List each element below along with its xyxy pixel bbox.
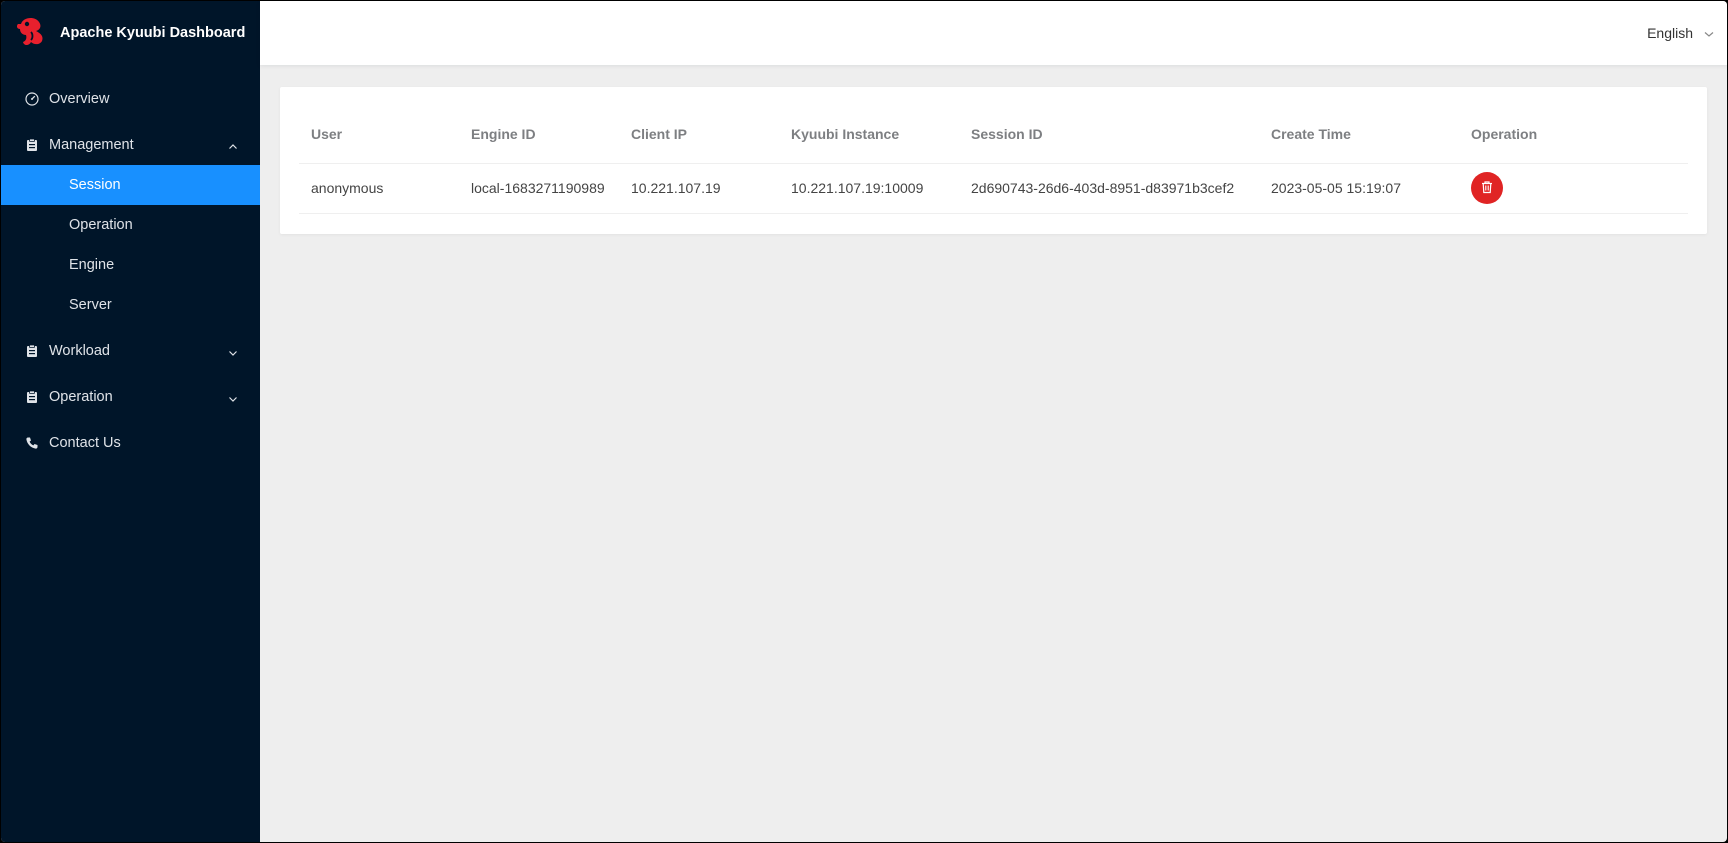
table-row: anonymous local-1683271190989 10.221.107… bbox=[299, 163, 1688, 214]
management-submenu: Session Operation Engine Server bbox=[1, 165, 260, 325]
clipboard-icon bbox=[25, 344, 39, 358]
sidebar-item-label: Workload bbox=[49, 343, 110, 359]
session-table: User Engine ID Client IP Kyuubi Instance… bbox=[299, 105, 1688, 214]
cell-session-id: 2d690743-26d6-403d-8951-d83971b3cef2 bbox=[959, 163, 1259, 214]
cell-engine-id: local-1683271190989 bbox=[459, 163, 619, 214]
cell-operation bbox=[1459, 163, 1688, 214]
sidebar-item-label: Contact Us bbox=[49, 435, 121, 451]
chevron-up-icon bbox=[228, 140, 238, 150]
clipboard-icon bbox=[25, 138, 39, 152]
cell-user: anonymous bbox=[299, 163, 459, 214]
sidebar-item-label: Overview bbox=[49, 91, 110, 107]
sidebar-subitem-engine[interactable]: Engine bbox=[1, 245, 260, 285]
column-header-operation[interactable]: Operation bbox=[1459, 105, 1688, 164]
sidebar-menu: Overview Management Session Operation En… bbox=[1, 79, 260, 463]
chevron-down-icon bbox=[1703, 27, 1715, 39]
delete-session-button[interactable] bbox=[1471, 172, 1503, 204]
column-header-engine-id[interactable]: Engine ID bbox=[459, 105, 619, 164]
cell-client-ip: 10.221.107.19 bbox=[619, 163, 779, 214]
top-header: English bbox=[260, 1, 1727, 65]
clipboard-icon bbox=[25, 390, 39, 404]
sidebar-item-contact-us[interactable]: Contact Us bbox=[1, 423, 260, 463]
session-table-card: User Engine ID Client IP Kyuubi Instance… bbox=[280, 87, 1707, 234]
column-header-client-ip[interactable]: Client IP bbox=[619, 105, 779, 164]
brand[interactable]: Apache Kyuubi Dashboard bbox=[1, 1, 260, 65]
sidebar-subitem-server[interactable]: Server bbox=[1, 285, 260, 325]
dashboard-gauge-icon bbox=[25, 92, 39, 106]
content-area: User Engine ID Client IP Kyuubi Instance… bbox=[260, 65, 1727, 256]
sidebar-subitem-session[interactable]: Session bbox=[1, 165, 260, 205]
cell-create-time: 2023-05-05 15:19:07 bbox=[1259, 163, 1459, 214]
column-header-kyuubi-instance[interactable]: Kyuubi Instance bbox=[779, 105, 959, 164]
column-header-create-time[interactable]: Create Time bbox=[1259, 105, 1459, 164]
sidebar-item-management[interactable]: Management bbox=[1, 125, 260, 165]
column-header-session-id[interactable]: Session ID bbox=[959, 105, 1259, 164]
language-selector[interactable]: English bbox=[1647, 25, 1715, 41]
chevron-down-icon bbox=[228, 392, 238, 402]
sidebar-item-overview[interactable]: Overview bbox=[1, 79, 260, 119]
phone-icon bbox=[25, 436, 39, 450]
trash-icon bbox=[1480, 180, 1494, 197]
language-label: English bbox=[1647, 25, 1693, 41]
chevron-down-icon bbox=[228, 346, 238, 356]
cell-kyuubi-instance: 10.221.107.19:10009 bbox=[779, 163, 959, 214]
app-title: Apache Kyuubi Dashboard bbox=[60, 25, 246, 41]
sidebar: Apache Kyuubi Dashboard Overview Managem… bbox=[1, 1, 260, 842]
main-area: English User Engine ID Client IP Kyuubi … bbox=[260, 1, 1727, 842]
app-window: Apache Kyuubi Dashboard Overview Managem… bbox=[1, 1, 1727, 842]
sidebar-item-workload[interactable]: Workload bbox=[1, 331, 260, 371]
sidebar-subitem-operation[interactable]: Operation bbox=[1, 205, 260, 245]
sidebar-item-label: Operation bbox=[49, 389, 113, 405]
sidebar-item-operation[interactable]: Operation bbox=[1, 377, 260, 417]
sidebar-item-label: Management bbox=[49, 137, 134, 153]
table-header-row: User Engine ID Client IP Kyuubi Instance… bbox=[299, 105, 1688, 164]
column-header-user[interactable]: User bbox=[299, 105, 459, 164]
kyuubi-logo-icon bbox=[15, 14, 49, 53]
